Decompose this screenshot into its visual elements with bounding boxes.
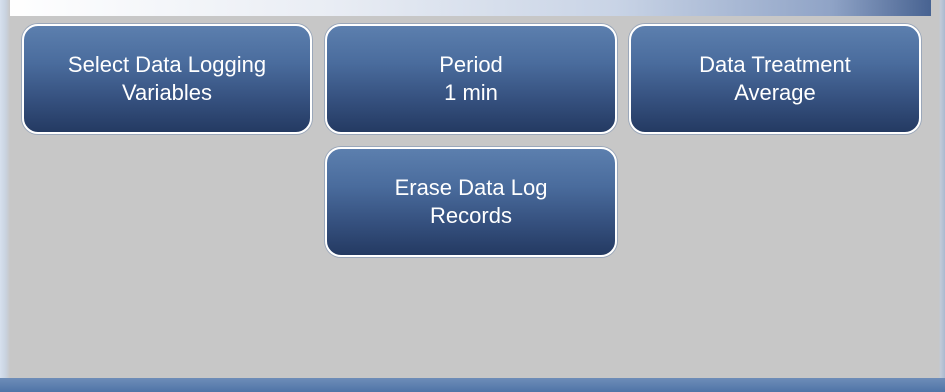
button-label-line1: Erase Data Log — [394, 175, 548, 200]
button-label-line2: Variables — [121, 80, 213, 105]
data-logging-screen: Select Data Logging Variables Period 1 m… — [0, 0, 945, 392]
period-button[interactable]: Period 1 min — [325, 24, 617, 134]
button-label-line1: Period — [439, 52, 503, 77]
header-bar — [0, 0, 945, 16]
data-treatment-value: Average — [734, 80, 816, 105]
erase-data-log-records-button[interactable]: Erase Data Log Records — [325, 147, 617, 257]
button-label-line1: Select Data Logging — [67, 52, 267, 77]
select-data-logging-variables-button[interactable]: Select Data Logging Variables — [22, 24, 312, 134]
button-label-line2: Records — [430, 203, 512, 228]
right-edge — [931, 0, 945, 392]
button-label-line1: Data Treatment — [699, 52, 851, 77]
data-treatment-button[interactable]: Data Treatment Average — [629, 24, 921, 134]
left-edge — [0, 0, 10, 392]
bottom-status-bar — [0, 378, 945, 392]
period-value: 1 min — [444, 80, 498, 105]
